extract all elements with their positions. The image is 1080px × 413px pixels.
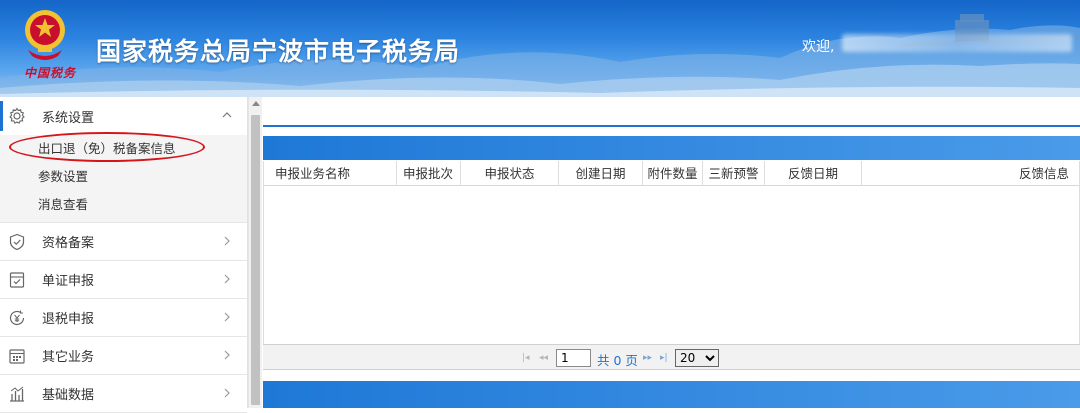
scroll-up-arrow-icon[interactable] bbox=[252, 101, 260, 106]
redacted-username bbox=[842, 34, 1072, 52]
site-title: 国家税务总局宁波市电子税务局 bbox=[96, 37, 461, 66]
first-page-icon[interactable]: |◂ bbox=[522, 353, 530, 363]
sidebar-group-other-business[interactable]: 其它业务 bbox=[0, 337, 247, 375]
column-header-batch[interactable]: 申报批次 bbox=[397, 161, 461, 186]
sidebar-group-label: 退税申报 bbox=[42, 312, 95, 327]
sidebar-scrollbar[interactable] bbox=[248, 97, 262, 408]
site-header: 中国税务 国家税务总局宁波市电子税务局 欢迎, bbox=[0, 0, 1080, 97]
column-header-created-date[interactable]: 创建日期 bbox=[559, 161, 643, 186]
sidebar-group-label: 系统设置 bbox=[42, 110, 95, 126]
national-emblem-icon bbox=[25, 10, 65, 60]
column-header-three-new-warning[interactable]: 三新预警 bbox=[703, 161, 765, 186]
section-footer-bar bbox=[263, 381, 1080, 408]
column-header-status[interactable]: 申报状态 bbox=[461, 161, 559, 186]
sidebar-item-export-refund-filing-info[interactable]: 出口退（免）税备案信息 bbox=[0, 135, 247, 163]
bar-chart-icon bbox=[10, 386, 24, 402]
column-header-business-name[interactable]: 申报业务名称 bbox=[264, 161, 397, 186]
section-header-bar bbox=[263, 136, 1080, 160]
column-header-feedback-date[interactable]: 反馈日期 bbox=[765, 161, 862, 186]
chevron-right-icon bbox=[224, 350, 230, 360]
pagination-bar: |◂ ◂◂ 共 0 页 ▸▸ ▸| 20 bbox=[263, 344, 1080, 370]
page-size-select[interactable]: 20 bbox=[675, 349, 719, 367]
chevron-right-icon bbox=[224, 388, 230, 398]
sidebar-group-system-settings[interactable]: 系统设置 bbox=[0, 97, 247, 135]
shield-check-icon bbox=[9, 233, 25, 250]
gear-icon bbox=[9, 107, 25, 124]
chevron-right-icon bbox=[224, 236, 230, 246]
sidebar-group-tax-refund-declaration[interactable]: 退税申报 bbox=[0, 299, 247, 337]
document-check-icon bbox=[9, 271, 25, 288]
system-settings-submenu: 出口退（免）税备案信息 参数设置 消息查看 bbox=[0, 135, 247, 223]
chevron-right-icon bbox=[224, 312, 230, 322]
prev-page-icon[interactable]: ◂◂ bbox=[539, 353, 548, 363]
sidebar-group-label: 资格备案 bbox=[42, 236, 95, 251]
sidebar: 系统设置 出口退（免）税备案信息 参数设置 消息查看 资格备案 单证申报 退税申… bbox=[0, 97, 248, 413]
calligraphy-slogan: 中国税务 bbox=[24, 66, 77, 80]
welcome-text: 欢迎, bbox=[802, 39, 835, 55]
page-number-input[interactable] bbox=[556, 349, 591, 367]
sidebar-group-basic-data[interactable]: 基础数据 bbox=[0, 375, 247, 413]
column-header-attachment-count[interactable]: 附件数量 bbox=[643, 161, 703, 186]
chevron-right-icon bbox=[224, 274, 230, 284]
sidebar-group-label: 基础数据 bbox=[42, 388, 95, 403]
tab-underline bbox=[263, 125, 1080, 127]
sidebar-group-label: 其它业务 bbox=[42, 350, 95, 365]
sidebar-group-label: 单证申报 bbox=[42, 274, 95, 289]
column-header-feedback-info[interactable]: 反馈信息 bbox=[862, 161, 1079, 186]
next-page-icon[interactable]: ▸▸ bbox=[643, 353, 652, 363]
refund-yen-icon bbox=[9, 310, 25, 325]
table-header-row: 申报业务名称 申报批次 申报状态 创建日期 附件数量 三新预警 反馈日期 反馈信… bbox=[264, 161, 1079, 186]
chevron-up-icon bbox=[222, 112, 232, 118]
sidebar-group-qualification-filing[interactable]: 资格备案 bbox=[0, 223, 247, 261]
data-grid: 申报业务名称 申报批次 申报状态 创建日期 附件数量 三新预警 反馈日期 反馈信… bbox=[263, 161, 1080, 344]
calendar-grid-icon bbox=[9, 348, 25, 364]
sidebar-item-parameter-settings[interactable]: 参数设置 bbox=[0, 163, 247, 191]
last-page-icon[interactable]: ▸| bbox=[660, 353, 668, 363]
sidebar-group-document-declaration[interactable]: 单证申报 bbox=[0, 261, 247, 299]
main-content: 申报业务名称 申报批次 申报状态 创建日期 附件数量 三新预警 反馈日期 反馈信… bbox=[263, 97, 1080, 408]
sidebar-item-message-view[interactable]: 消息查看 bbox=[0, 191, 247, 219]
scrollbar-thumb[interactable] bbox=[251, 115, 260, 405]
total-pages-text: 共 0 页 bbox=[597, 353, 638, 368]
